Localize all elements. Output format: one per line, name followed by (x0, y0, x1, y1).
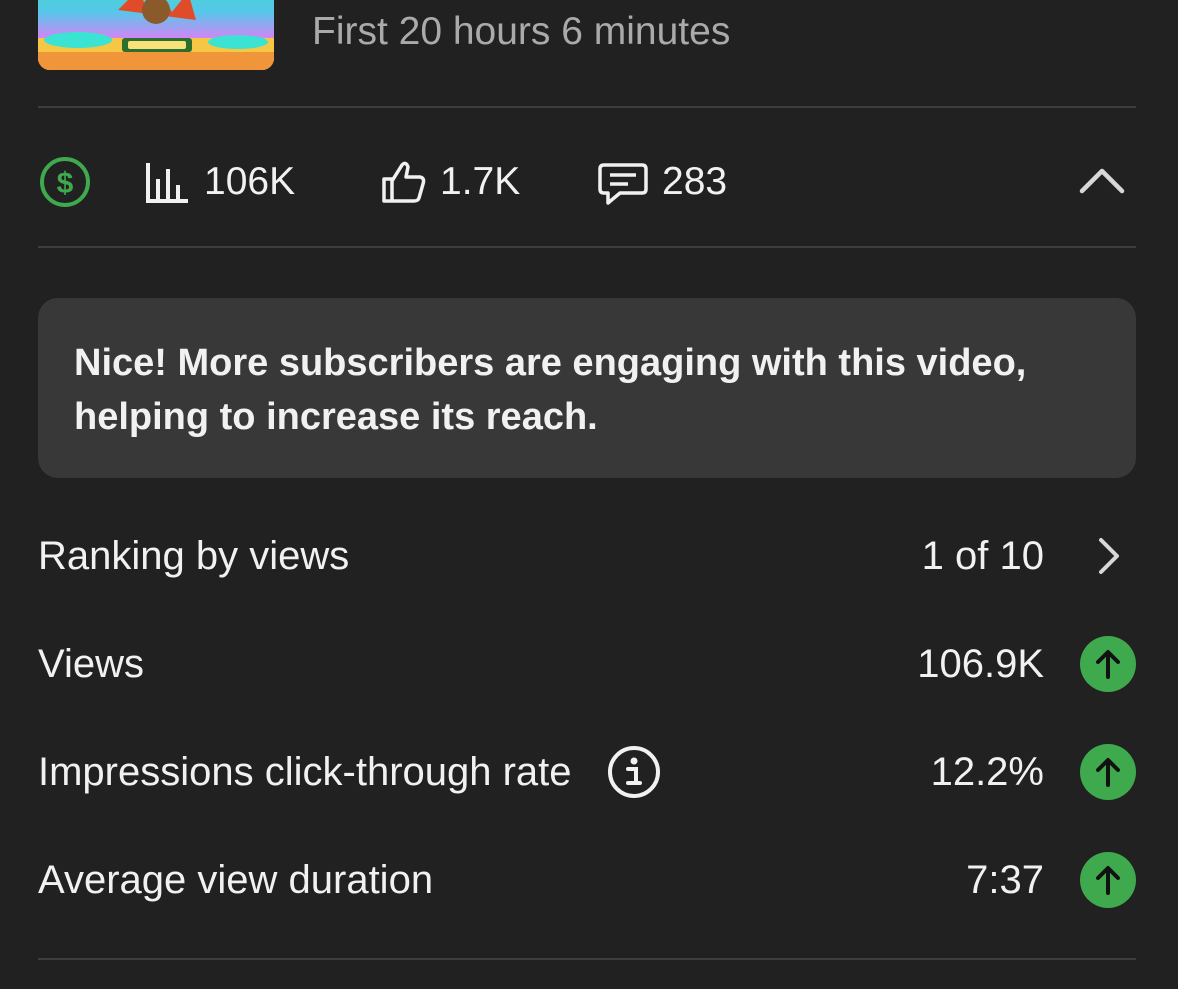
views-metric-row: Views 106.9K (38, 624, 1136, 704)
comment-icon (596, 155, 650, 209)
divider (38, 958, 1136, 960)
views-metric-label: Views (38, 641, 144, 686)
thumbs-up-icon (378, 157, 428, 207)
arrow-up-icon (1080, 636, 1136, 692)
trend-indicator (1080, 852, 1136, 908)
likes-stat[interactable]: 1.7K (378, 150, 520, 214)
video-thumbnail[interactable] (38, 0, 274, 70)
video-stats-row: $ 106K 1.7K 283 (0, 150, 1178, 214)
likes-count: 1.7K (440, 160, 521, 203)
avg-duration-metric-row: Average view duration 7:37 (38, 840, 1136, 920)
collapse-button[interactable] (1070, 150, 1134, 214)
video-subtitle: First 20 hours 6 minutes (312, 10, 731, 53)
dollar-circle-icon: $ (38, 155, 92, 209)
ranking-value: 1 of 10 (921, 533, 1044, 578)
ctr-metric-label-group: Impressions click-through rate (38, 732, 662, 812)
avg-duration-metric-value: 7:37 (966, 857, 1044, 902)
bar-chart-icon (142, 157, 192, 207)
arrow-up-icon (1080, 744, 1136, 800)
info-icon[interactable] (606, 744, 662, 800)
svg-text:$: $ (57, 167, 74, 200)
ranking-label: Ranking by views (38, 533, 350, 578)
views-stat[interactable]: 106K (142, 150, 295, 214)
ctr-metric-row: Impressions click-through rate 12.2% (38, 732, 1136, 812)
insight-text: Nice! More subscribers are engaging with… (74, 342, 1027, 438)
divider (38, 246, 1136, 248)
trend-indicator (1080, 636, 1136, 692)
ctr-metric-label: Impressions click-through rate (38, 749, 572, 794)
chevron-right-icon[interactable] (1080, 528, 1136, 584)
chevron-up-icon (1078, 165, 1126, 200)
views-metric-value: 106.9K (917, 641, 1044, 686)
monetization-status[interactable]: $ (38, 150, 92, 214)
avg-duration-metric-label: Average view duration (38, 857, 434, 902)
trend-indicator (1080, 744, 1136, 800)
ranking-row[interactable]: Ranking by views 1 of 10 (38, 516, 1136, 596)
insight-card: Nice! More subscribers are engaging with… (38, 298, 1136, 478)
comments-stat[interactable]: 283 (596, 150, 727, 214)
comments-count: 283 (662, 160, 728, 203)
divider (38, 106, 1136, 108)
arrow-up-icon (1080, 852, 1136, 908)
views-count: 106K (204, 160, 296, 203)
ctr-metric-value: 12.2% (930, 749, 1044, 794)
